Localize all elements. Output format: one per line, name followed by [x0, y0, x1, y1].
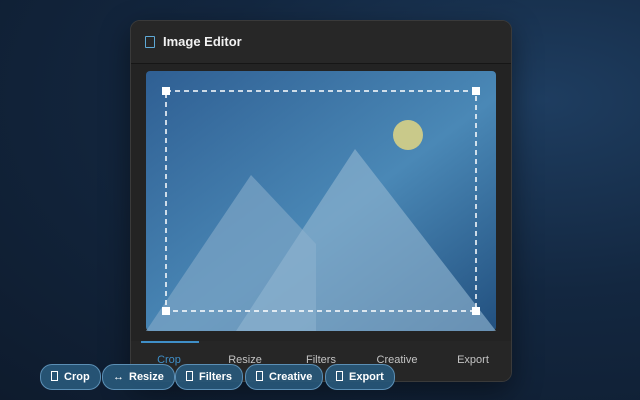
- app-icon: [145, 36, 155, 48]
- active-tab-indicator: [141, 341, 199, 343]
- crop-handle-bottom-right[interactable]: [472, 307, 480, 315]
- image-preview: [146, 71, 496, 331]
- resize-button-label: Resize: [129, 371, 164, 383]
- crop-handle-bottom-left[interactable]: [162, 307, 170, 315]
- window-title: Image Editor: [163, 34, 242, 49]
- crop-icon: [51, 371, 58, 381]
- sun-shape: [393, 120, 423, 150]
- export-button-label: Export: [349, 371, 384, 383]
- crop-button-label: Crop: [64, 371, 90, 383]
- filters-icon: [186, 371, 193, 381]
- crop-handle-top-right[interactable]: [472, 87, 480, 95]
- resize-button[interactable]: ↔ Resize: [102, 364, 175, 390]
- resize-arrows-icon: ↔: [113, 371, 124, 383]
- creative-icon: [256, 371, 263, 381]
- image-canvas[interactable]: [131, 64, 511, 341]
- crop-handle-top-left[interactable]: [162, 87, 170, 95]
- creative-button-label: Creative: [269, 371, 313, 383]
- filters-button[interactable]: Filters: [175, 364, 244, 390]
- filters-button-label: Filters: [199, 371, 233, 383]
- image-editor-window: Image Editor Crop Resize Filters Creativ…: [130, 20, 512, 382]
- creative-button[interactable]: Creative: [245, 364, 324, 390]
- export-icon: [336, 371, 343, 381]
- export-button[interactable]: Export: [325, 364, 395, 390]
- tab-export[interactable]: Export: [435, 354, 511, 366]
- title-bar: Image Editor: [131, 21, 511, 64]
- crop-button[interactable]: Crop: [40, 364, 101, 390]
